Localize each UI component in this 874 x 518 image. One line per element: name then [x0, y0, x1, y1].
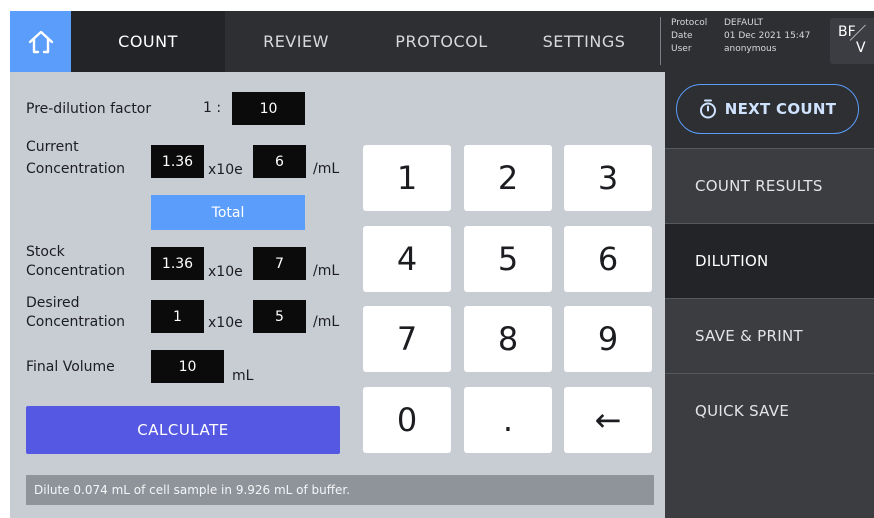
home-icon: [28, 30, 53, 53]
current-exp-label: x10e: [208, 162, 243, 178]
sidebar-item-count-results[interactable]: COUNT RESULTS: [665, 148, 874, 223]
final-volume-label: Final Volume: [26, 359, 115, 375]
sidebar-item-quick-save[interactable]: QUICK SAVE: [665, 373, 874, 448]
protocol-value: DEFAULT: [724, 18, 763, 28]
stopwatch-icon: [699, 99, 716, 119]
protocol-label: Protocol: [671, 18, 708, 28]
next-count-label: NEXT COUNT: [724, 100, 837, 118]
stock-exponent-input[interactable]: 7: [253, 247, 306, 280]
date-value: 01 Dec 2021 15:47: [724, 31, 811, 41]
keypad-key-7[interactable]: 7: [363, 306, 451, 372]
keypad-key-1[interactable]: 1: [363, 145, 451, 211]
keypad-key-3[interactable]: 3: [564, 145, 652, 211]
current-mantissa-input[interactable]: 1.36: [151, 145, 204, 178]
keypad-key-4[interactable]: 4: [363, 226, 451, 292]
stock-mantissa-input[interactable]: 1.36: [151, 247, 204, 280]
keypad-key-8[interactable]: 8: [464, 306, 552, 372]
current-exponent-input[interactable]: 6: [253, 145, 306, 178]
desired-unit: /mL: [313, 314, 340, 330]
tab-count[interactable]: COUNT: [71, 11, 225, 72]
keypad-key-5[interactable]: 5: [464, 226, 552, 292]
session-info: Protocol DEFAULT Date 01 Dec 2021 15:47 …: [660, 17, 828, 67]
mode-v-label: V: [856, 40, 866, 56]
predilution-label: Pre-dilution factor: [26, 101, 152, 117]
desired-concentration-label-line1: Desired: [26, 295, 80, 311]
final-volume-unit: mL: [232, 368, 254, 384]
current-unit: /mL: [313, 161, 340, 177]
date-label: Date: [671, 31, 693, 41]
next-count-button[interactable]: NEXT COUNT: [676, 84, 859, 134]
status-message: Dilute 0.074 mL of cell sample in 9.926 …: [26, 475, 654, 505]
desired-concentration-label-line2: Concentration: [26, 314, 126, 330]
desired-exp-label: x10e: [208, 315, 243, 331]
desired-mantissa-input[interactable]: 1: [151, 300, 204, 333]
keypad-key-0[interactable]: 0: [363, 387, 451, 453]
keypad-backspace-key[interactable]: ←: [564, 387, 652, 453]
sidebar-item-dilution[interactable]: DILUTION: [665, 223, 874, 298]
keypad-key-6[interactable]: 6: [564, 226, 652, 292]
total-button[interactable]: Total: [151, 195, 305, 230]
user-label: User: [671, 44, 692, 54]
info-divider: [660, 17, 661, 65]
app-frame: COUNT REVIEW PROTOCOL SETTINGS Protocol …: [10, 11, 874, 518]
tab-review[interactable]: REVIEW: [225, 11, 367, 72]
stock-unit: /mL: [313, 263, 340, 279]
final-volume-input[interactable]: 10: [151, 350, 224, 383]
stock-exp-label: x10e: [208, 264, 243, 280]
home-button[interactable]: [10, 11, 71, 72]
imaging-mode-badge[interactable]: BF V: [830, 18, 874, 64]
next-count-area: NEXT COUNT: [665, 72, 874, 148]
current-concentration-label-line2: Concentration: [26, 161, 126, 177]
user-value: anonymous: [724, 44, 777, 54]
stock-concentration-label-line2: Concentration: [26, 263, 126, 279]
calculate-button[interactable]: CALCULATE: [26, 406, 340, 454]
predilution-ratio-prefix: 1 :: [203, 100, 222, 116]
desired-exponent-input[interactable]: 5: [253, 300, 306, 333]
predilution-input[interactable]: 10: [232, 92, 305, 125]
keypad-key-decimal[interactable]: .: [464, 387, 552, 453]
keypad-key-9[interactable]: 9: [564, 306, 652, 372]
current-concentration-label-line1: Current: [26, 139, 79, 155]
tab-protocol[interactable]: PROTOCOL: [367, 11, 516, 72]
right-sidebar: NEXT COUNT COUNT RESULTS DILUTION SAVE &…: [665, 72, 874, 518]
sidebar-item-save-print[interactable]: SAVE & PRINT: [665, 298, 874, 373]
stock-concentration-label-line1: Stock: [26, 244, 65, 260]
tab-settings[interactable]: SETTINGS: [516, 11, 652, 72]
keypad-key-2[interactable]: 2: [464, 145, 552, 211]
top-bar: COUNT REVIEW PROTOCOL SETTINGS Protocol …: [10, 11, 874, 72]
